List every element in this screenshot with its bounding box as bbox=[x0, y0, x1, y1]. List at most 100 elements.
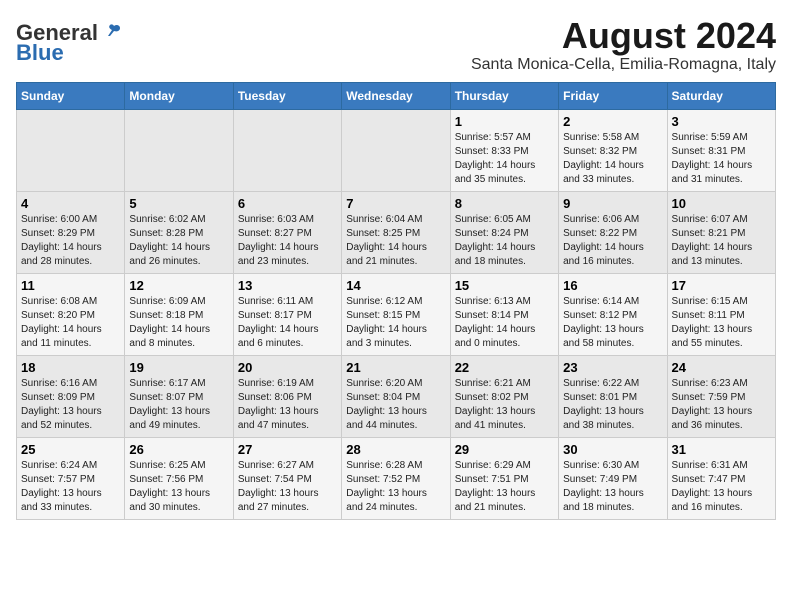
day-info: Sunrise: 5:59 AM Sunset: 8:31 PM Dayligh… bbox=[672, 131, 771, 187]
day-info: Sunrise: 6:04 AM Sunset: 8:25 PM Dayligh… bbox=[346, 213, 445, 269]
day-cell: 7 Sunrise: 6:04 AM Sunset: 8:25 PM Daylig… bbox=[342, 191, 450, 273]
title-block: August 2024 Santa Monica-Cella, Emilia-R… bbox=[471, 16, 776, 74]
day-number: 18 bbox=[21, 360, 120, 375]
day-number: 6 bbox=[238, 196, 337, 211]
week-row-5: 25Sunrise: 6:24 AM Sunset: 7:57 PM Dayli… bbox=[17, 437, 776, 519]
day-info: Sunrise: 6:23 AM Sunset: 7:59 PM Dayligh… bbox=[672, 377, 771, 433]
day-info: Sunrise: 6:25 AM Sunset: 7:56 PM Dayligh… bbox=[129, 459, 228, 515]
day-cell: 26 Sunrise: 6:25 AM Sunset: 7:56 PM Dayli… bbox=[125, 437, 233, 519]
day-number: 2 bbox=[563, 114, 662, 129]
week-row-2: 4Sunrise: 6:00 AM Sunset: 8:29 PM Daylig… bbox=[17, 191, 776, 273]
day-info: Sunrise: 6:12 AM Sunset: 8:15 PM Dayligh… bbox=[346, 295, 445, 351]
day-number: 1 bbox=[455, 114, 554, 129]
day-info: Sunrise: 6:05 AM Sunset: 8:24 PM Dayligh… bbox=[455, 213, 554, 269]
header-cell-thursday: Thursday bbox=[450, 82, 558, 109]
calendar-header: SundayMondayTuesdayWednesdayThursdayFrid… bbox=[17, 82, 776, 109]
day-number: 13 bbox=[238, 278, 337, 293]
day-number: 23 bbox=[563, 360, 662, 375]
day-info: Sunrise: 6:07 AM Sunset: 8:21 PM Dayligh… bbox=[672, 213, 771, 269]
day-cell: 16 Sunrise: 6:14 AM Sunset: 8:12 PM Dayli… bbox=[559, 273, 667, 355]
day-cell bbox=[125, 109, 233, 191]
day-info: Sunrise: 6:03 AM Sunset: 8:27 PM Dayligh… bbox=[238, 213, 337, 269]
day-info: Sunrise: 6:27 AM Sunset: 7:54 PM Dayligh… bbox=[238, 459, 337, 515]
day-number: 17 bbox=[672, 278, 771, 293]
day-number: 20 bbox=[238, 360, 337, 375]
logo-blue: Blue bbox=[16, 40, 64, 66]
day-cell: 12 Sunrise: 6:09 AM Sunset: 8:18 PM Dayli… bbox=[125, 273, 233, 355]
day-cell: 3 Sunrise: 5:59 AM Sunset: 8:31 PM Daylig… bbox=[667, 109, 775, 191]
day-cell: 11 Sunrise: 6:08 AM Sunset: 8:20 PM Dayli… bbox=[17, 273, 125, 355]
day-number: 9 bbox=[563, 196, 662, 211]
day-cell: 21 Sunrise: 6:20 AM Sunset: 8:04 PM Dayli… bbox=[342, 355, 450, 437]
day-info: Sunrise: 6:06 AM Sunset: 8:22 PM Dayligh… bbox=[563, 213, 662, 269]
day-cell: 20 Sunrise: 6:19 AM Sunset: 8:06 PM Dayli… bbox=[233, 355, 341, 437]
day-number: 16 bbox=[563, 278, 662, 293]
week-row-4: 18 Sunrise: 6:16 AM Sunset: 8:09 PM Dayli… bbox=[17, 355, 776, 437]
day-number: 31 bbox=[672, 442, 771, 457]
day-info: Sunrise: 6:29 AM Sunset: 7:51 PM Dayligh… bbox=[455, 459, 554, 515]
day-number: 12 bbox=[129, 278, 228, 293]
day-cell bbox=[342, 109, 450, 191]
page-title: August 2024 bbox=[471, 16, 776, 56]
day-cell: 27 Sunrise: 6:27 AM Sunset: 7:54 PM Dayli… bbox=[233, 437, 341, 519]
day-number: 21 bbox=[346, 360, 445, 375]
day-cell: 15 Sunrise: 6:13 AM Sunset: 8:14 PM Dayli… bbox=[450, 273, 558, 355]
day-number: 5 bbox=[129, 196, 228, 211]
day-info: Sunrise: 6:19 AM Sunset: 8:06 PM Dayligh… bbox=[238, 377, 337, 433]
day-cell: 2 Sunrise: 5:58 AM Sunset: 8:32 PM Daylig… bbox=[559, 109, 667, 191]
day-info: Sunrise: 6:13 AM Sunset: 8:14 PM Dayligh… bbox=[455, 295, 554, 351]
header-cell-wednesday: Wednesday bbox=[342, 82, 450, 109]
header-row: SundayMondayTuesdayWednesdayThursdayFrid… bbox=[17, 82, 776, 109]
day-number: 30 bbox=[563, 442, 662, 457]
day-info: Sunrise: 6:31 AM Sunset: 7:47 PM Dayligh… bbox=[672, 459, 771, 515]
day-cell: 23Sunrise: 6:22 AM Sunset: 8:01 PM Dayli… bbox=[559, 355, 667, 437]
day-number: 22 bbox=[455, 360, 554, 375]
day-number: 26 bbox=[129, 442, 228, 457]
calendar-body: 1Sunrise: 5:57 AM Sunset: 8:33 PM Daylig… bbox=[17, 109, 776, 519]
day-info: Sunrise: 6:02 AM Sunset: 8:28 PM Dayligh… bbox=[129, 213, 228, 269]
day-info: Sunrise: 6:28 AM Sunset: 7:52 PM Dayligh… bbox=[346, 459, 445, 515]
day-info: Sunrise: 6:24 AM Sunset: 7:57 PM Dayligh… bbox=[21, 459, 120, 515]
day-cell: 1Sunrise: 5:57 AM Sunset: 8:33 PM Daylig… bbox=[450, 109, 558, 191]
day-number: 14 bbox=[346, 278, 445, 293]
day-info: Sunrise: 6:09 AM Sunset: 8:18 PM Dayligh… bbox=[129, 295, 228, 351]
day-cell bbox=[17, 109, 125, 191]
day-cell: 4Sunrise: 6:00 AM Sunset: 8:29 PM Daylig… bbox=[17, 191, 125, 273]
day-info: Sunrise: 6:15 AM Sunset: 8:11 PM Dayligh… bbox=[672, 295, 771, 351]
week-row-1: 1Sunrise: 5:57 AM Sunset: 8:33 PM Daylig… bbox=[17, 109, 776, 191]
day-number: 27 bbox=[238, 442, 337, 457]
header-cell-sunday: Sunday bbox=[17, 82, 125, 109]
day-cell: 19Sunrise: 6:17 AM Sunset: 8:07 PM Dayli… bbox=[125, 355, 233, 437]
day-cell: 31 Sunrise: 6:31 AM Sunset: 7:47 PM Dayli… bbox=[667, 437, 775, 519]
day-cell: 13 Sunrise: 6:11 AM Sunset: 8:17 PM Dayli… bbox=[233, 273, 341, 355]
header-cell-monday: Monday bbox=[125, 82, 233, 109]
day-number: 15 bbox=[455, 278, 554, 293]
day-info: Sunrise: 6:14 AM Sunset: 8:12 PM Dayligh… bbox=[563, 295, 662, 351]
page-header: General Blue August 2024 Santa Monica-Ce… bbox=[16, 16, 776, 74]
day-info: Sunrise: 6:11 AM Sunset: 8:17 PM Dayligh… bbox=[238, 295, 337, 351]
day-info: Sunrise: 6:30 AM Sunset: 7:49 PM Dayligh… bbox=[563, 459, 662, 515]
page-subtitle: Santa Monica-Cella, Emilia-Romagna, Ital… bbox=[471, 56, 776, 74]
week-row-3: 11 Sunrise: 6:08 AM Sunset: 8:20 PM Dayli… bbox=[17, 273, 776, 355]
day-number: 7 bbox=[346, 196, 445, 211]
day-number: 3 bbox=[672, 114, 771, 129]
day-info: Sunrise: 6:20 AM Sunset: 8:04 PM Dayligh… bbox=[346, 377, 445, 433]
header-cell-tuesday: Tuesday bbox=[233, 82, 341, 109]
day-number: 19 bbox=[129, 360, 228, 375]
day-info: Sunrise: 6:08 AM Sunset: 8:20 PM Dayligh… bbox=[21, 295, 120, 351]
day-info: Sunrise: 6:21 AM Sunset: 8:02 PM Dayligh… bbox=[455, 377, 554, 433]
day-cell: 25Sunrise: 6:24 AM Sunset: 7:57 PM Dayli… bbox=[17, 437, 125, 519]
day-number: 24 bbox=[672, 360, 771, 375]
day-cell: 10Sunrise: 6:07 AM Sunset: 8:21 PM Dayli… bbox=[667, 191, 775, 273]
day-cell: 29Sunrise: 6:29 AM Sunset: 7:51 PM Dayli… bbox=[450, 437, 558, 519]
day-cell: 22 Sunrise: 6:21 AM Sunset: 8:02 PM Dayli… bbox=[450, 355, 558, 437]
day-cell: 9 Sunrise: 6:06 AM Sunset: 8:22 PM Daylig… bbox=[559, 191, 667, 273]
day-cell: 5 Sunrise: 6:02 AM Sunset: 8:28 PM Daylig… bbox=[125, 191, 233, 273]
day-info: Sunrise: 5:58 AM Sunset: 8:32 PM Dayligh… bbox=[563, 131, 662, 187]
day-cell: 24 Sunrise: 6:23 AM Sunset: 7:59 PM Dayli… bbox=[667, 355, 775, 437]
day-info: Sunrise: 6:16 AM Sunset: 8:09 PM Dayligh… bbox=[21, 377, 120, 433]
day-cell: 14 Sunrise: 6:12 AM Sunset: 8:15 PM Dayli… bbox=[342, 273, 450, 355]
day-cell: 28Sunrise: 6:28 AM Sunset: 7:52 PM Dayli… bbox=[342, 437, 450, 519]
day-info: Sunrise: 6:00 AM Sunset: 8:29 PM Dayligh… bbox=[21, 213, 120, 269]
day-number: 11 bbox=[21, 278, 120, 293]
